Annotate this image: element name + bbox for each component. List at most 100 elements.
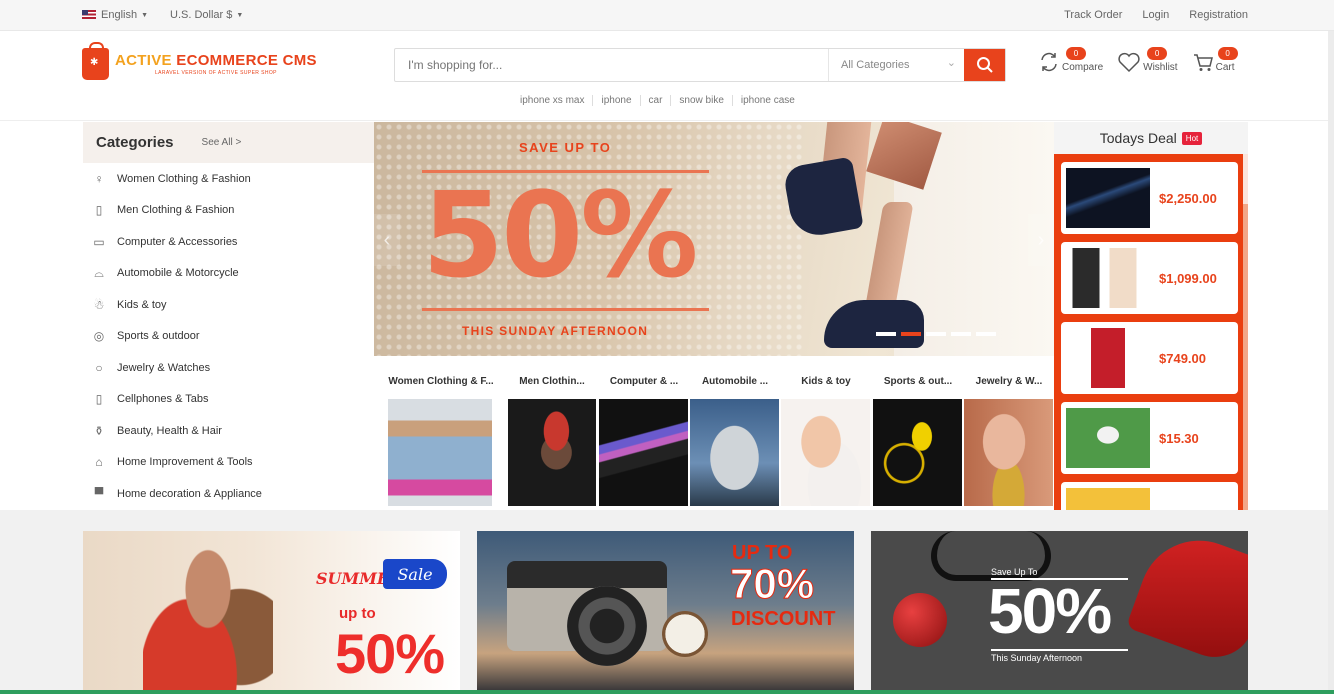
category-item-cellphones[interactable]: ▯ Cellphones & Tabs — [83, 384, 374, 416]
slider-divider — [422, 308, 709, 311]
registration-link[interactable]: Registration — [1189, 9, 1248, 21]
wishlist-count-badge: 0 — [1147, 47, 1168, 60]
football-player-image — [873, 399, 962, 506]
search-input[interactable] — [395, 49, 828, 81]
search-icon — [976, 57, 993, 73]
slider-prev-arrow[interactable]: ‹ — [374, 214, 400, 266]
search-tag[interactable]: car — [641, 95, 672, 106]
window-scrollbar[interactable] — [1328, 31, 1334, 690]
car-icon: ⌓ — [94, 265, 104, 280]
category-label: Women Clothing & Fashion — [117, 172, 251, 185]
slider-dot[interactable] — [976, 332, 996, 336]
search-tag[interactable]: snow bike — [671, 95, 733, 106]
couple-image — [143, 541, 273, 694]
strip-category-women[interactable]: Women Clothing & F... — [378, 356, 504, 510]
site-header: ACTIVE ECOMMERCE CMS LARAVEL VERSION OF … — [0, 31, 1334, 121]
slider-percent: 50% — [422, 166, 698, 304]
category-item-men[interactable]: ▯ Men Clothing & Fashion — [83, 195, 374, 227]
see-all-link[interactable]: See All > — [202, 137, 242, 148]
cart-count-badge: 0 — [1217, 47, 1238, 60]
category-item-beauty[interactable]: ⚱ Beauty, Health & Hair — [83, 415, 374, 447]
category-item-jewelry[interactable]: ○ Jewelry & Watches — [83, 352, 374, 384]
summer-sale-banner[interactable]: SUMMER Sale up to 50% — [83, 531, 460, 694]
banner-percent: 50% — [988, 575, 1112, 647]
deal-price: $749.00 — [1159, 350, 1206, 366]
deal-scrollbar-thumb[interactable] — [1243, 154, 1248, 204]
compare-icon — [1041, 52, 1057, 72]
deal-item[interactable]: $1,099.00 — [1061, 242, 1238, 314]
compare-count-badge: 0 — [1066, 47, 1086, 60]
language-selector[interactable]: English ▼ — [82, 9, 148, 21]
camera-discount-banner[interactable]: UP TO 70% DISCOUNT — [477, 531, 854, 694]
jewelry-model-image — [964, 399, 1053, 506]
dress-icon: ♀ — [94, 171, 104, 186]
category-label: Sports & outdoor — [117, 330, 200, 343]
banner-percent: 50% — [335, 622, 445, 685]
strip-category-men[interactable]: Men Clothin... — [506, 356, 598, 510]
slider-dot[interactable] — [926, 332, 946, 336]
strip-category-automobile[interactable]: Automobile ... — [690, 356, 780, 510]
deal-item[interactable] — [1061, 482, 1238, 510]
shirt-icon: ▯ — [95, 203, 103, 218]
search-button[interactable] — [964, 49, 1005, 81]
deal-item[interactable]: $15.30 — [1061, 402, 1238, 474]
category-item-automobile[interactable]: ⌓ Automobile & Motorcycle — [83, 258, 374, 290]
todays-deal-panel: Todays Deal Hot $2,250.00 $1,099.00 $749… — [1054, 122, 1248, 510]
hero-slider[interactable]: SAVE UP TO 50% THIS SUNDAY AFTERNOON ‹ › — [374, 122, 1054, 356]
deal-scrollbar[interactable] — [1243, 154, 1248, 510]
shopping-bag-logo-icon — [82, 42, 109, 80]
search-bar: All Categories — [394, 48, 1006, 82]
category-label: Automobile & Motorcycle — [117, 267, 239, 280]
category-item-women[interactable]: ♀ Women Clothing & Fashion — [83, 163, 374, 195]
computer-icon: ▭ — [93, 234, 105, 249]
slider-subline: THIS SUNDAY AFTERNOON — [462, 324, 649, 338]
slider-next-arrow[interactable]: › — [1028, 214, 1054, 266]
men-fashion-image — [508, 399, 596, 506]
wishlist-label: Wishlist — [1143, 62, 1178, 73]
strip-category-sports[interactable]: Sports & out... — [873, 356, 963, 510]
heart-icon — [1118, 52, 1140, 73]
compare-button[interactable]: 0 Compare — [1038, 47, 1103, 73]
deal-price: $15.30 — [1159, 430, 1199, 446]
slider-dot[interactable] — [951, 332, 971, 336]
banner-subline: This Sunday Afternoon — [991, 653, 1083, 663]
strip-category-computer[interactable]: Computer & ... — [599, 356, 689, 510]
toy-icon: ☃ — [93, 297, 105, 312]
logo-title: ACTIVE ECOMMERCE CMS — [115, 52, 317, 69]
iphone-gold-thumbnail — [1066, 248, 1150, 308]
category-item-sports[interactable]: ◎ Sports & outdoor — [83, 321, 374, 353]
logo-title-b: ECOMMERCE CMS — [176, 52, 317, 69]
boot-image — [824, 300, 924, 348]
sports-car-image — [690, 399, 779, 506]
wishlist-button[interactable]: 0 Wishlist — [1117, 47, 1178, 73]
red-heel-image — [1125, 531, 1248, 669]
deal-price: $1,099.00 — [1159, 270, 1217, 286]
fashion-accessories-banner[interactable]: Save Up To 50% This Sunday Afternoon — [871, 531, 1248, 694]
category-item-home-decoration[interactable]: ▀ Home decoration & Appliance — [83, 478, 374, 510]
ring-icon: ○ — [95, 360, 103, 375]
cart-button[interactable]: 0 Cart — [1192, 47, 1238, 73]
logo-subtitle: LARAVEL VERSION OF ACTIVE SUPER SHOP — [154, 70, 277, 76]
banner-upto: up to — [339, 605, 376, 622]
search-tag[interactable]: iphone case — [733, 95, 803, 106]
search-tag[interactable]: iphone xs max — [512, 95, 594, 106]
track-order-link[interactable]: Track Order — [1064, 9, 1122, 21]
strip-category-jewelry[interactable]: Jewelry & W... — [964, 356, 1054, 510]
top-bar: English ▼ U.S. Dollar $ ▼ Track Order Logi… — [0, 0, 1334, 31]
deal-item[interactable]: $2,250.00 — [1061, 162, 1238, 234]
currency-selector[interactable]: U.S. Dollar $ ▼ — [170, 9, 243, 21]
slider-dot-active[interactable] — [901, 332, 921, 336]
category-select[interactable]: All Categories — [828, 49, 964, 81]
search-tag[interactable]: iphone — [593, 95, 641, 106]
banner-discount: DISCOUNT — [731, 608, 836, 630]
strip-category-kids[interactable]: Kids & toy — [781, 356, 871, 510]
category-item-computer[interactable]: ▭ Computer & Accessories — [83, 226, 374, 258]
deal-item[interactable]: $749.00 — [1061, 322, 1238, 394]
strip-category-label: Computer & ... — [609, 376, 679, 387]
login-link[interactable]: Login — [1142, 9, 1169, 21]
category-item-home-improvement[interactable]: ⌂ Home Improvement & Tools — [83, 447, 374, 479]
category-label: Kids & toy — [117, 298, 167, 311]
category-item-kids[interactable]: ☃ Kids & toy — [83, 289, 374, 321]
site-logo[interactable]: ACTIVE ECOMMERCE CMS LARAVEL VERSION OF … — [82, 42, 317, 80]
slider-dot[interactable] — [876, 332, 896, 336]
